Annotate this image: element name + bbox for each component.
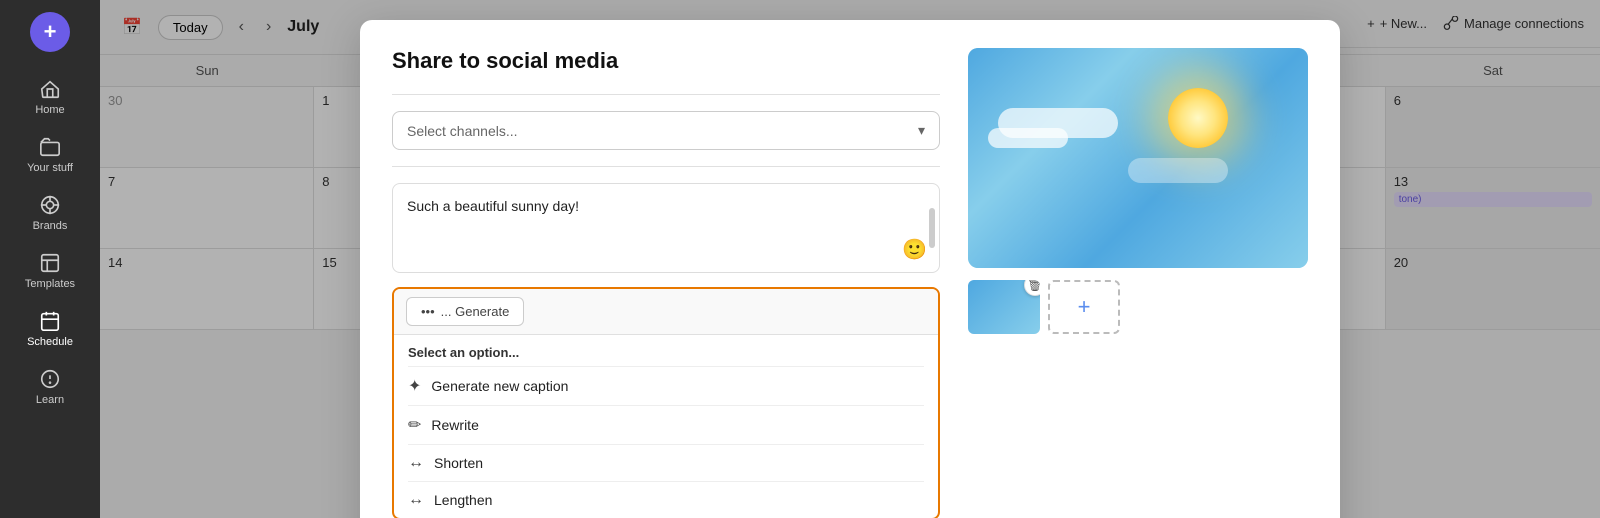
sidebar-item-brands[interactable]: Brands [0,184,100,242]
emoji-button[interactable]: 🙂 [902,237,927,262]
add-media-button[interactable]: + [1048,280,1120,334]
sparkle-icon: ✦ [408,376,421,396]
sidebar-item-schedule[interactable]: Schedule [0,300,100,358]
template-icon [39,252,61,274]
sidebar-item-label-your-stuff: Your stuff [27,162,73,174]
sidebar-logo[interactable]: + [30,12,70,52]
sky-image [968,48,1308,268]
schedule-icon [39,310,61,332]
channel-placeholder: Select channels... [407,123,518,139]
sidebar-item-home[interactable]: Home [0,68,100,126]
folder-icon [39,136,61,158]
home-icon [39,78,61,100]
modal-divider-2 [392,166,940,167]
generate-btn-row: ••• ... Generate [394,289,938,335]
sidebar-item-label-brands: Brands [33,220,68,232]
generate-caption-label: Generate new caption [431,378,568,394]
rewrite-label: Rewrite [431,417,478,433]
brand-icon [39,194,61,216]
rewrite-item[interactable]: ✏ Rewrite [394,406,938,444]
caption-area[interactable]: Such a beautiful sunny day! 🙂 [392,183,940,273]
cloud-graphic-2 [988,128,1068,148]
sidebar-item-your-stuff[interactable]: Your stuff [0,126,100,184]
channel-select[interactable]: Select channels... ▾ [392,111,940,150]
channel-chevron-icon: ▾ [918,122,925,139]
media-main-preview [968,48,1308,268]
generate-caption-item[interactable]: ✦ Generate new caption [394,367,938,405]
dropdown-header: Select an option... [394,335,938,366]
sidebar-item-learn[interactable]: Learn [0,358,100,416]
sidebar-item-label-learn: Learn [36,394,64,406]
generate-dropdown: ••• ... Generate Select an option... ✦ G… [392,287,940,518]
shorten-label: Shorten [434,455,483,471]
media-thumbnails: 🗑 + [968,280,1308,334]
modal-title: Share to social media [392,48,940,74]
modal-divider-top [392,94,940,95]
caption-text: Such a beautiful sunny day! [407,196,925,217]
scroll-handle [929,208,935,248]
share-modal: Share to social media Select channels...… [360,20,1340,518]
modal-right-panel: 🗑 + [968,48,1308,518]
generate-label: ... Generate [441,304,510,319]
sun-graphic [1168,88,1228,148]
sidebar: + Home Your stuff Brands Templates Sched… [0,0,100,518]
arrows-in-icon: ↔ [408,454,424,472]
sidebar-item-templates[interactable]: Templates [0,242,100,300]
cloud-graphic-3 [1128,158,1228,183]
arrows-out-icon: ↔ [408,491,424,509]
main-area: 📅 Today ‹ › July ▿ Week Month Sun Mon Tu… [100,0,1600,518]
modal-left-panel: Share to social media Select channels...… [392,48,940,518]
thumbnail-1: 🗑 [968,280,1040,334]
pen-icon: ✏ [408,415,421,435]
sidebar-item-label-schedule: Schedule [27,336,73,348]
generate-button[interactable]: ••• ... Generate [406,297,524,326]
shorten-item[interactable]: ↔ Shorten [394,445,938,481]
lengthen-item[interactable]: ↔ Lengthen [394,482,938,518]
modal-overlay: Share to social media Select channels...… [100,0,1600,518]
sidebar-item-label-home: Home [35,104,64,116]
lengthen-label: Lengthen [434,492,492,508]
learn-icon [39,368,61,390]
dots-icon: ••• [421,304,435,319]
sidebar-item-label-templates: Templates [25,278,75,290]
